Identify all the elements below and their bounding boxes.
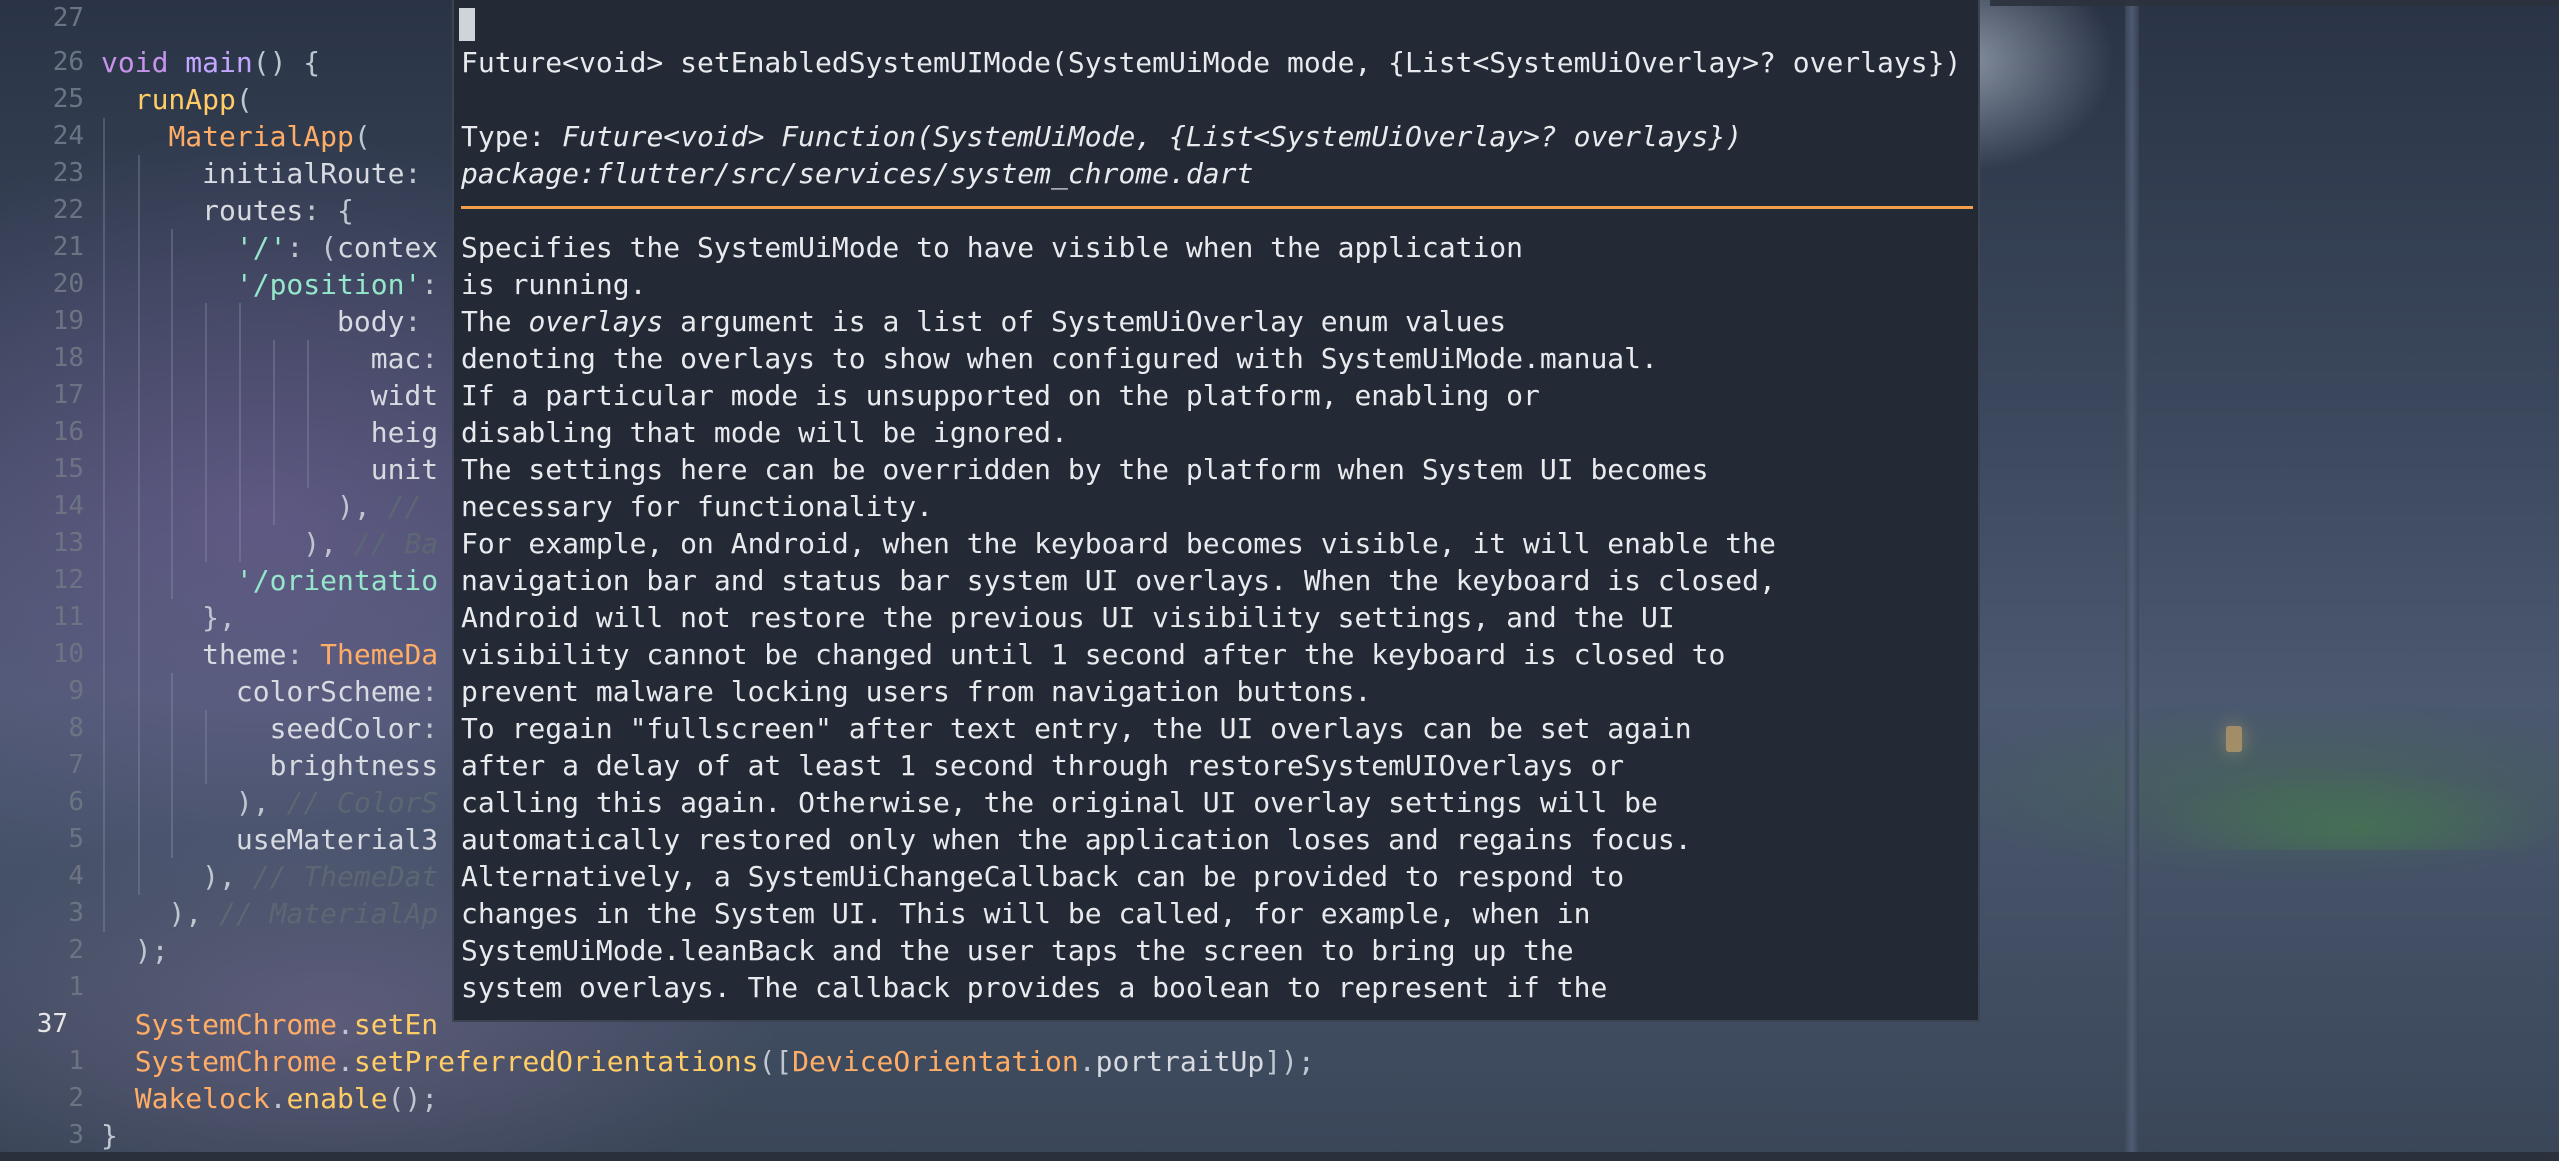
code-text[interactable]: ); [101,932,169,969]
line-number: 16 [52,417,84,447]
doc-line: Android will not restore the previous UI… [461,601,1675,634]
line-number: 1 [68,972,84,1002]
line-number: 9 [68,676,84,706]
code-text[interactable]: SystemChrome.setEn [101,1006,438,1043]
window-top-edge [1990,0,2559,6]
line-number: 19 [52,306,84,336]
doc-line: If a particular mode is unsupported on t… [461,379,1540,412]
doc-line: automatically restored only when the app… [461,823,1692,856]
code-text[interactable]: brightness [101,747,439,784]
line-number: 13 [52,528,84,558]
hover-documentation-popup[interactable]: Future<void> setEnabledSystemUIMode(Syst… [452,0,1980,1022]
line-number: 27 [52,3,84,33]
line-number: 22 [52,195,84,225]
code-text[interactable]: SystemChrome.setPreferredOrientations([D… [101,1043,1315,1080]
line-number: 18 [52,343,84,373]
line-number: 20 [52,269,84,299]
doc-line: after a delay of at least 1 second throu… [461,749,1625,782]
code-text[interactable]: ), // MaterialAp [101,895,438,932]
line-number: 7 [68,750,84,780]
line-number: 10 [52,639,84,669]
line-number: 21 [52,232,84,262]
popup-signature: Future<void> setEnabledSystemUIMode(Syst… [461,46,1962,79]
doc-line: is running. [461,268,647,301]
code-text[interactable]: } [101,1117,118,1154]
code-text[interactable]: ), // ColorS [101,784,438,821]
doc-line: denoting the overlays to show when confi… [461,342,1658,375]
code-text[interactable]: initialRoute: [101,155,421,192]
code-text[interactable]: mac: [101,340,438,377]
popup-type-value: Future<void> Function(SystemUiMode, {Lis… [562,120,1743,153]
doc-line: changes in the System UI. This will be c… [461,897,1591,930]
code-text[interactable]: body: [101,303,421,340]
doc-line: prevent malware locking users from navig… [461,675,1372,708]
code-text[interactable]: '/orientatio [101,562,438,599]
doc-line: Specifies the SystemUiMode to have visib… [461,231,1524,264]
line-number: 26 [52,47,84,77]
code-text[interactable]: colorScheme: [101,673,438,710]
doc-line: SystemUiMode.leanBack and the user taps … [461,934,1574,967]
code-text[interactable]: MaterialApp( [101,118,370,155]
line-number: 15 [52,454,84,484]
line-number: 8 [68,713,84,743]
line-number: 6 [68,787,84,817]
code-text[interactable]: ), // ThemeDat [101,858,438,895]
code-text[interactable]: routes: { [101,192,354,229]
line-number: 14 [52,491,84,521]
doc-line: navigation bar and status bar system UI … [461,564,1776,597]
line-number: 5 [68,824,84,854]
line-number: 3 [68,898,84,928]
popup-package-path: package:flutter/src/services/system_chro… [461,157,1254,190]
window-bottom-edge [0,1152,2559,1161]
doc-line: The settings here can be overridden by t… [461,453,1709,486]
line-number: 2 [68,1083,84,1113]
code-text[interactable]: ), // [101,488,421,525]
code-text[interactable]: useMaterial3 [101,821,438,858]
doc-line: visibility cannot be changed until 1 sec… [461,638,1726,671]
code-line[interactable]: 2 Wakelock.enable(); [0,1080,1000,1117]
doc-line: necessary for functionality. [461,490,934,523]
doc-line: system overlays. The callback provides a… [461,971,1608,1004]
code-line[interactable]: 1 SystemChrome.setPreferredOrientations(… [0,1043,1314,1080]
doc-line: To regain "fullscreen" after text entry,… [461,712,1692,745]
popup-separator [461,206,1973,209]
line-number: 24 [52,121,84,151]
popup-type-line: Type: Future<void> Function(SystemUiMode… [461,118,1742,155]
code-text[interactable]: unit [101,451,438,488]
code-text[interactable]: void main() { [101,44,320,81]
popup-type-label: Type: [461,120,563,153]
code-text[interactable]: Wakelock.enable(); [101,1080,438,1117]
code-line[interactable]: 3} [0,1117,1000,1154]
line-number: 25 [52,84,84,114]
line-number: 12 [52,565,84,595]
code-text[interactable]: heig [101,414,438,451]
line-number: 23 [52,158,84,188]
code-text[interactable]: ), // Ba [101,525,438,562]
wallpaper-lantern [2226,726,2242,752]
doc-line: disabling that mode will be ignored. [461,416,1068,449]
wallpaper-grass [2150,770,2559,850]
code-text[interactable]: widt [101,377,438,414]
wallpaper-lamp-pole [2125,0,2139,1161]
line-number: 3 [68,1120,84,1150]
code-text[interactable]: runApp( [101,81,253,118]
line-number: 11 [52,602,84,632]
text-cursor [459,8,475,41]
line-number: 2 [68,935,84,965]
line-number: 4 [68,861,84,891]
doc-line: The overlays argument is a list of Syste… [461,305,1507,338]
code-text[interactable]: '/': (contex [101,229,438,266]
line-number: 17 [52,380,84,410]
doc-line: For example, on Android, when the keyboa… [461,527,1776,560]
code-text[interactable]: theme: ThemeDa [101,636,438,673]
line-number: 37 [36,1009,68,1039]
code-text[interactable]: }, [101,599,236,636]
doc-line: Alternatively, a SystemUiChangeCallback … [461,860,1625,893]
code-text[interactable]: '/position': [101,266,438,303]
doc-line: calling this again. Otherwise, the origi… [461,786,1658,819]
code-text[interactable]: seedColor: [101,710,439,747]
line-number: 1 [68,1046,84,1076]
